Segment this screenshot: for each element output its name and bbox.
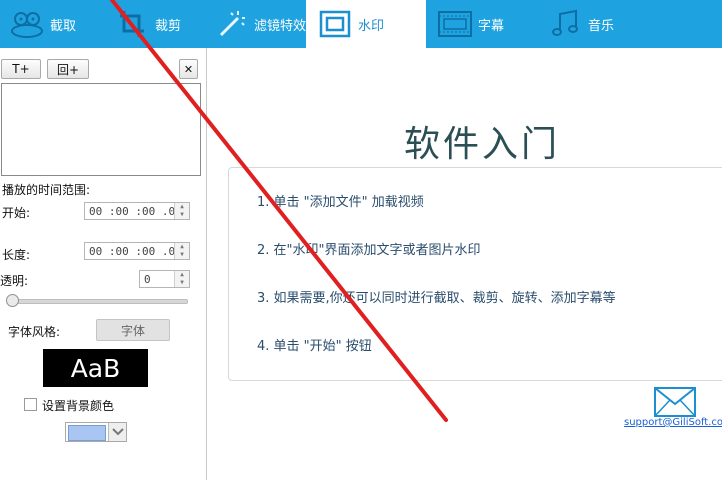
- opacity-spinner[interactable]: ▲ ▼: [174, 271, 189, 287]
- start-label: 开始:: [2, 206, 31, 220]
- duration-spinner[interactable]: ▲ ▼: [174, 243, 189, 259]
- page-title: 软件入门: [403, 124, 560, 165]
- time-range-label: 播放的时间范围:: [2, 183, 91, 197]
- opacity-slider-track[interactable]: [10, 299, 188, 304]
- watermark-icon: [318, 7, 352, 41]
- subtitle-icon: [438, 7, 472, 41]
- step-2: 2. 在"水印"界面添加文字或者图片水印: [257, 243, 481, 258]
- step-3: 3. 如果需要,你还可以同时进行截取、裁剪、旋转、添加字幕等: [257, 291, 616, 306]
- tab-label: 滤镜特效: [254, 18, 307, 34]
- close-button[interactable]: ✕: [179, 59, 198, 79]
- start-time-spinner[interactable]: ▲ ▼: [174, 203, 189, 219]
- tab-filters[interactable]: 滤镜特效: [214, 0, 306, 48]
- film-reel-icon: [10, 7, 44, 41]
- mail-envelope-icon[interactable]: [654, 387, 696, 421]
- bg-color-checkbox[interactable]: [24, 398, 37, 411]
- tab-music[interactable]: 音乐: [548, 0, 648, 48]
- tab-label: 音乐: [588, 18, 615, 34]
- bg-color-picker[interactable]: [65, 422, 127, 442]
- tab-watermark[interactable]: 水印: [306, 0, 426, 48]
- tab-subtitle[interactable]: 字幕: [438, 0, 538, 48]
- duration-input[interactable]: 00 :00 :00 .000 ▲ ▼: [84, 242, 190, 260]
- main-panel: 软件入门 1. 单击 "添加文件" 加载视频 2. 在"水印"界面添加文字或者图…: [207, 48, 722, 480]
- opacity-input[interactable]: 0 ▲ ▼: [139, 270, 190, 288]
- watermark-sidebar: T+ 回+ ✕ 播放的时间范围: 开始: 00 :00 :00 .000 ▲ ▼ …: [0, 48, 207, 480]
- opacity-label: 透明:: [0, 274, 29, 288]
- tab-trim[interactable]: 截取: [10, 0, 110, 48]
- support-email-link[interactable]: support@GiliSoft.com: [624, 417, 722, 428]
- watermark-list[interactable]: [1, 83, 201, 176]
- font-style-label: 字体风格:: [8, 325, 61, 339]
- step-1: 1. 单击 "添加文件" 加载视频: [257, 195, 424, 210]
- chevron-down-icon[interactable]: [108, 423, 126, 441]
- add-image-button[interactable]: 回+: [47, 59, 89, 79]
- tab-crop[interactable]: 裁剪: [115, 0, 210, 48]
- bg-color-swatch: [68, 425, 106, 441]
- start-time-input[interactable]: 00 :00 :00 .000 ▲ ▼: [84, 202, 190, 220]
- opacity-value: 0: [144, 272, 151, 286]
- tab-label: 裁剪: [155, 18, 182, 34]
- font-sample-preview: AaB: [43, 349, 148, 387]
- crop-icon: [115, 7, 149, 41]
- magic-wand-icon: [214, 7, 248, 41]
- add-text-button[interactable]: T+: [1, 59, 41, 79]
- getting-started-box: 1. 单击 "添加文件" 加载视频 2. 在"水印"界面添加文字或者图片水印 3…: [228, 167, 722, 381]
- duration-label: 长度:: [2, 248, 31, 262]
- tab-label: 截取: [50, 18, 77, 34]
- tab-label: 水印: [358, 18, 385, 34]
- tab-bar: 截取 裁剪 滤镜特效 水印 字幕 音乐: [0, 0, 722, 48]
- step-4: 4. 单击 "开始" 按钮: [257, 339, 372, 354]
- music-note-icon: [548, 7, 582, 41]
- font-button[interactable]: 字体: [96, 319, 170, 341]
- tab-label: 字幕: [478, 18, 505, 34]
- opacity-slider-thumb[interactable]: [6, 294, 19, 307]
- bg-color-checkbox-label: 设置背景颜色: [42, 399, 115, 413]
